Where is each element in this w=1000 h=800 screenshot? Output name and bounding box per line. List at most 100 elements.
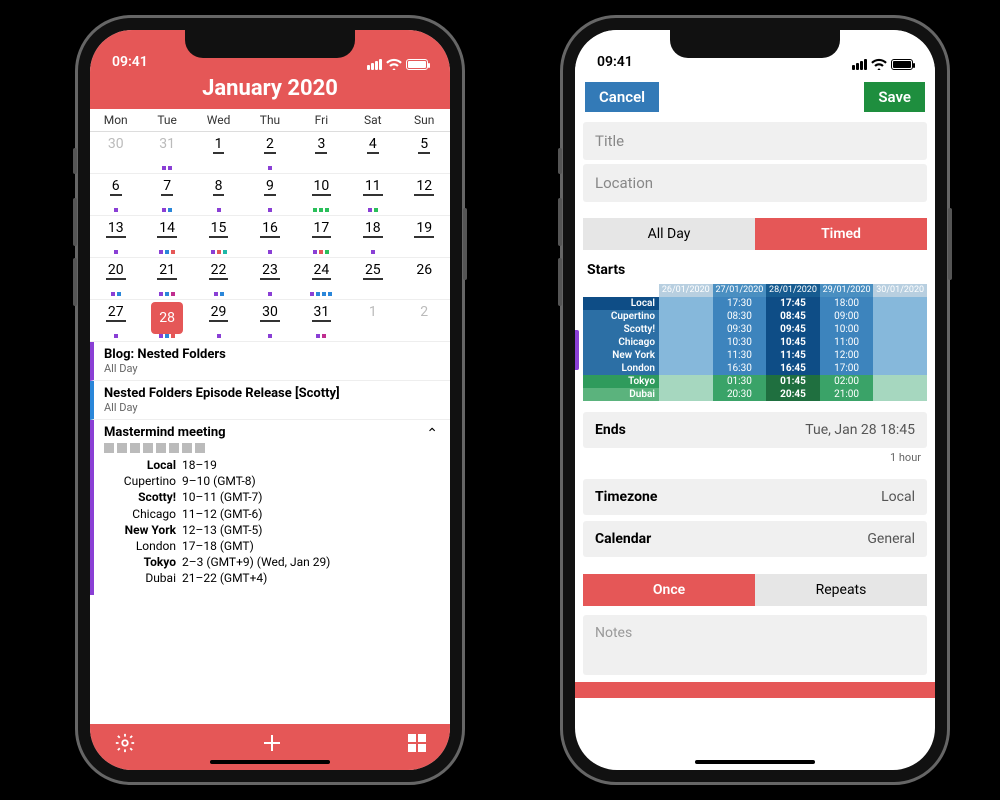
seg-once[interactable]: Once: [583, 574, 755, 606]
day-cell[interactable]: 7: [141, 174, 192, 216]
notes-field[interactable]: Notes: [583, 615, 927, 675]
timezone-value: Local: [881, 489, 915, 505]
event-item[interactable]: Nested Folders Episode Release [Scotty] …: [90, 381, 450, 420]
day-cell[interactable]: 24: [296, 258, 347, 300]
add-button[interactable]: [260, 731, 284, 755]
duration-segment: All Day Timed: [583, 218, 927, 250]
day-cell[interactable]: 4: [347, 132, 398, 174]
picker-row[interactable]: Scotty!09:3009:4510:00: [583, 323, 927, 336]
day-cell[interactable]: 31: [141, 132, 192, 174]
picker-row[interactable]: Cupertino08:3008:4509:00: [583, 310, 927, 323]
day-cell[interactable]: 28: [141, 300, 192, 342]
day-cell[interactable]: 11: [347, 174, 398, 216]
day-cell[interactable]: 30: [90, 132, 141, 174]
day-cell[interactable]: 29: [193, 300, 244, 342]
tag-indicator: [575, 330, 579, 370]
ends-label: Ends: [595, 422, 626, 438]
timezone-row[interactable]: Timezone Local: [583, 479, 927, 515]
save-button[interactable]: Save: [864, 82, 925, 112]
seg-all-day[interactable]: All Day: [583, 218, 755, 250]
weekday-header: MonTueWedThuFriSatSun: [90, 109, 450, 132]
gear-icon: [114, 732, 136, 754]
day-cell[interactable]: 6: [90, 174, 141, 216]
day-cell[interactable]: 16: [244, 216, 295, 258]
date-column[interactable]: 29/01/2020: [820, 284, 874, 297]
day-cell[interactable]: 9: [244, 174, 295, 216]
day-cell[interactable]: 27: [90, 300, 141, 342]
plus-icon: [260, 731, 284, 755]
timezone-row: London17–18 (GMT): [104, 538, 440, 554]
day-cell[interactable]: 20: [90, 258, 141, 300]
status-icons: [367, 58, 428, 70]
day-cell[interactable]: 15: [193, 216, 244, 258]
wifi-icon: [386, 58, 402, 70]
title-field[interactable]: Title: [583, 122, 927, 160]
chevron-up-icon[interactable]: ⌃: [426, 426, 438, 442]
picker-row[interactable]: London16:3016:4517:00: [583, 362, 927, 375]
cancel-button[interactable]: Cancel: [585, 82, 659, 112]
ends-row[interactable]: Ends Tue, Jan 28 18:45: [583, 412, 927, 448]
calendar-label: Calendar: [595, 531, 651, 547]
event-title: Blog: Nested Folders: [104, 347, 440, 362]
day-cell[interactable]: 19: [399, 216, 450, 258]
day-cell[interactable]: 25: [347, 258, 398, 300]
month-grid[interactable]: 3031123456789101112131415161718192021222…: [90, 132, 450, 342]
day-cell[interactable]: 12: [399, 174, 450, 216]
day-cell[interactable]: 14: [141, 216, 192, 258]
day-cell[interactable]: 8: [193, 174, 244, 216]
date-column[interactable]: 28/01/2020: [766, 284, 820, 297]
bottom-bar: [575, 682, 935, 698]
grid-icon: [408, 734, 426, 752]
picker-row[interactable]: Dubai20:3020:4521:00: [583, 388, 927, 401]
day-cell[interactable]: 2: [244, 132, 295, 174]
picker-row[interactable]: Local17:3017:4518:00: [583, 297, 927, 310]
day-cell[interactable]: 5: [399, 132, 450, 174]
repeat-segment: Once Repeats: [583, 574, 927, 606]
weekday-label: Wed: [193, 109, 244, 131]
day-cell[interactable]: 1: [347, 300, 398, 342]
event-item[interactable]: Blog: Nested Folders All Day: [90, 342, 450, 381]
location-field[interactable]: Location: [583, 164, 927, 202]
event-item-expanded[interactable]: Mastermind meeting ⌃ Local18–19Cupertino…: [90, 420, 450, 595]
date-column[interactable]: 26/01/2020: [659, 284, 713, 297]
day-cell[interactable]: 26: [399, 258, 450, 300]
weekday-label: Thu: [244, 109, 295, 131]
duration-label: 1 hour: [575, 451, 935, 468]
weekday-label: Sun: [399, 109, 450, 131]
weekday-label: Sat: [347, 109, 398, 131]
seg-timed[interactable]: Timed: [755, 218, 927, 250]
day-cell[interactable]: 31: [296, 300, 347, 342]
event-subtitle: All Day: [104, 401, 440, 414]
day-cell[interactable]: 13: [90, 216, 141, 258]
timezone-row: New York12–13 (GMT-5): [104, 522, 440, 538]
view-switch-button[interactable]: [408, 734, 426, 752]
event-title: Mastermind meeting: [104, 425, 440, 440]
day-cell[interactable]: 3: [296, 132, 347, 174]
day-cell[interactable]: 10: [296, 174, 347, 216]
picker-row[interactable]: Tokyo01:3001:4502:00: [583, 375, 927, 388]
ends-value: Tue, Jan 28 18:45: [805, 422, 915, 438]
battery-icon: [406, 59, 428, 70]
day-cell[interactable]: 17: [296, 216, 347, 258]
timezone-row: Dubai21–22 (GMT+4): [104, 570, 440, 586]
date-column[interactable]: 27/01/2020: [713, 284, 767, 297]
day-cell[interactable]: 30: [244, 300, 295, 342]
settings-button[interactable]: [114, 732, 136, 754]
attendee-squares: [104, 443, 440, 453]
event-list: Blog: Nested Folders All Day Nested Fold…: [90, 342, 450, 724]
day-cell[interactable]: 21: [141, 258, 192, 300]
day-cell[interactable]: 23: [244, 258, 295, 300]
picker-row[interactable]: Chicago10:3010:4511:00: [583, 336, 927, 349]
picker-row[interactable]: New York11:3011:4512:00: [583, 349, 927, 362]
day-cell[interactable]: 2: [399, 300, 450, 342]
time-picker[interactable]: 26/01/202027/01/202028/01/202029/01/2020…: [583, 284, 927, 401]
calendar-title[interactable]: January 2020: [90, 74, 450, 109]
calendar-value: General: [867, 531, 915, 547]
seg-repeats[interactable]: Repeats: [755, 574, 927, 606]
timezone-label: Timezone: [595, 489, 657, 505]
calendar-row[interactable]: Calendar General: [583, 521, 927, 557]
day-cell[interactable]: 22: [193, 258, 244, 300]
day-cell[interactable]: 1: [193, 132, 244, 174]
day-cell[interactable]: 18: [347, 216, 398, 258]
date-column[interactable]: 30/01/2020: [873, 284, 927, 297]
